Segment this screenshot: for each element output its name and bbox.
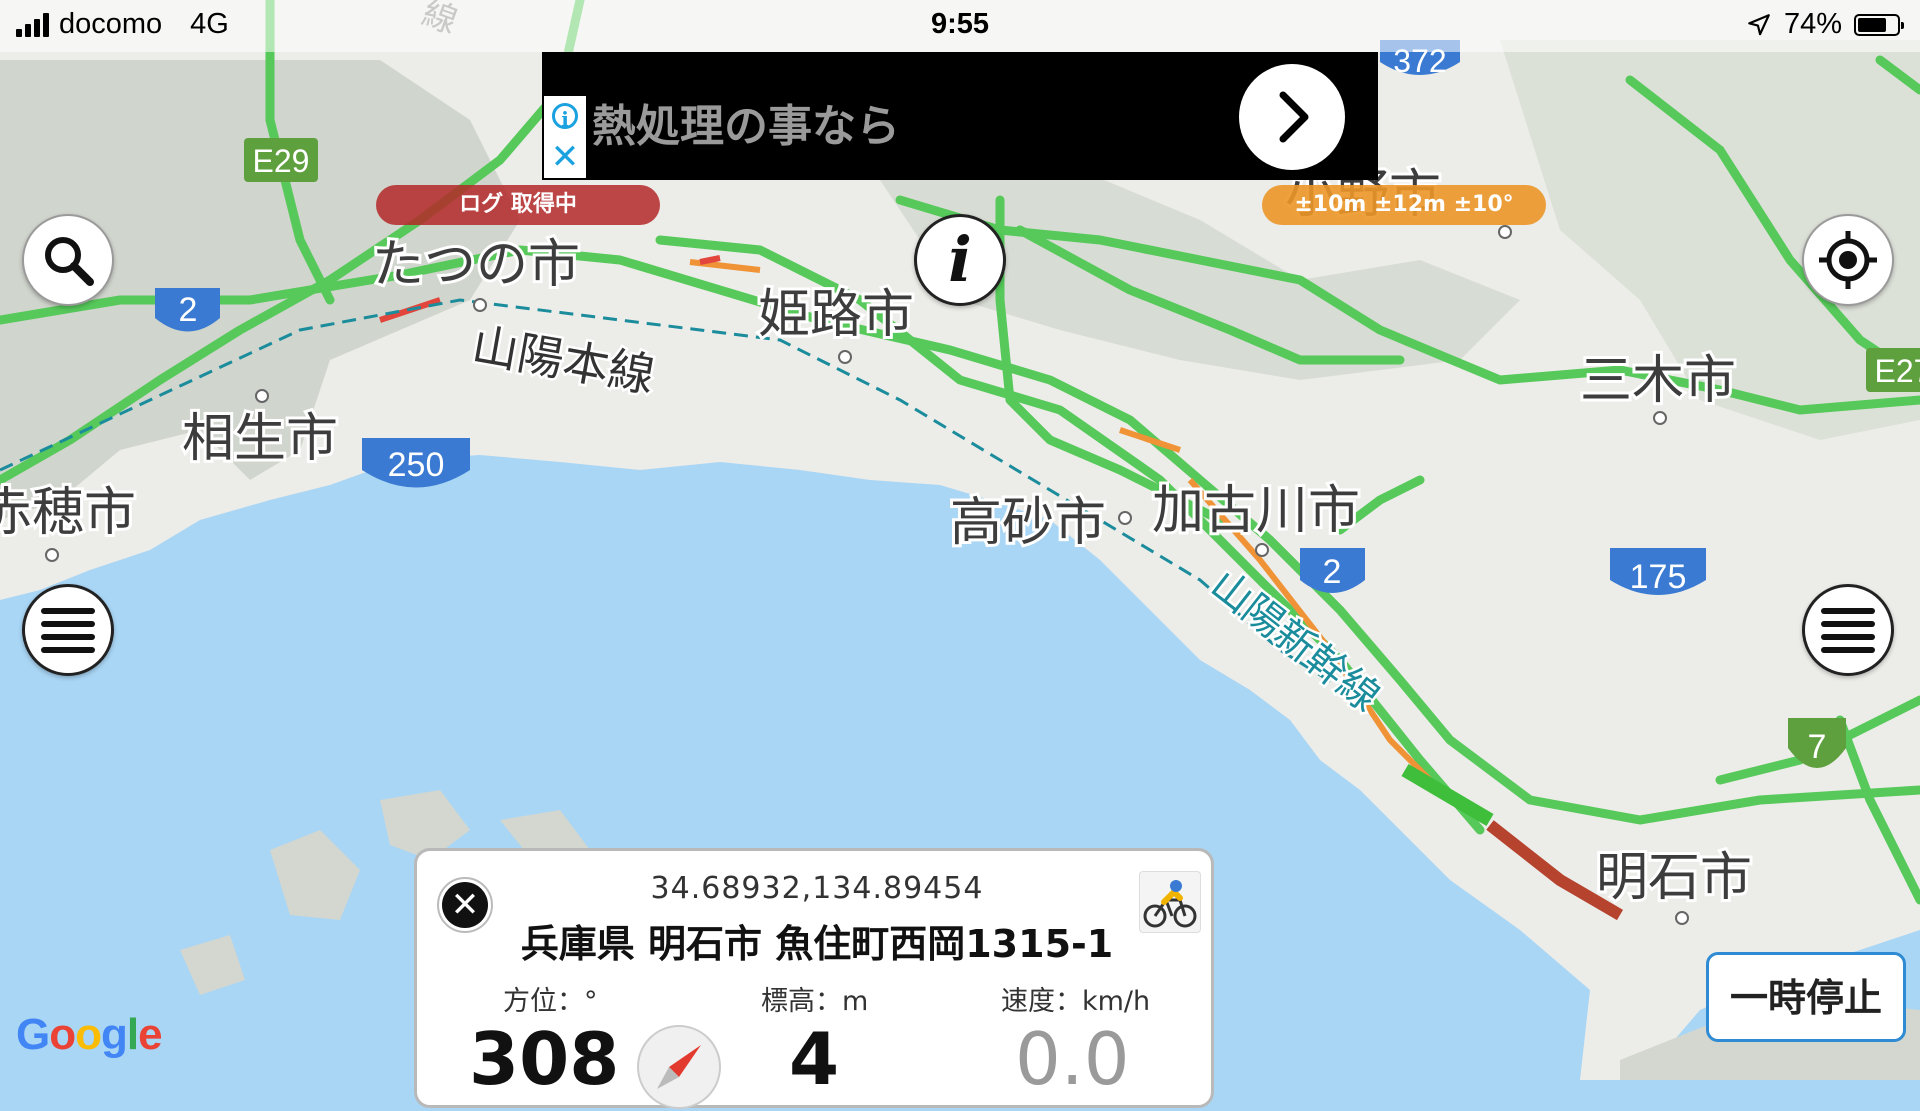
menu-icon — [41, 601, 95, 660]
compass-needle — [657, 1045, 701, 1089]
speed-label: 速度：km/h — [1001, 986, 1151, 1017]
route-shield-175-label: 175 — [1630, 558, 1687, 596]
city-label-himeji: 姫路市 — [758, 285, 914, 345]
city-label-ako: 赤穂市 — [0, 483, 136, 543]
battery-percent: 74% — [1783, 8, 1842, 40]
heading-value: 308 — [469, 1017, 620, 1101]
route-shield-2-kakogawa: 2 — [1300, 548, 1365, 593]
elevation-value: 4 — [789, 1017, 840, 1101]
menu-button-right[interactable] — [1802, 584, 1894, 676]
accuracy-badge: ±10m ±12m ±10° — [1262, 185, 1546, 225]
menu-button-left[interactable] — [22, 584, 114, 676]
route-shield-2-label: 2 — [179, 291, 198, 329]
battery-fill — [1858, 17, 1887, 32]
my-location-button[interactable] — [1802, 214, 1894, 306]
transport-mode-button[interactable] — [1139, 871, 1201, 933]
status-bar: docomo 4G 9:55 74% — [0, 0, 1920, 52]
info-icon: i — [948, 223, 972, 296]
expressway-e29: E29 — [244, 138, 318, 182]
ad-text[interactable]: 熱処理の事なら — [592, 90, 900, 154]
my-location-icon — [1819, 231, 1877, 289]
coordinates: 34.68932,134.89454 — [650, 871, 984, 906]
location-arrow-icon — [1748, 13, 1770, 35]
ad-close-icon[interactable]: ✕ — [551, 140, 580, 174]
bicycle-icon — [1143, 880, 1197, 928]
expressway-e29-label: E29 — [253, 143, 310, 179]
route-shield-7-label: 7 — [1808, 728, 1827, 766]
google-logo: Google — [16, 1010, 163, 1059]
ad-banner[interactable]: i ✕ 熱処理の事なら — [542, 52, 1378, 180]
address: 兵庫県 明石市 魚住町西岡1315-1 — [520, 922, 1114, 966]
search-button[interactable] — [22, 214, 114, 306]
heading-label: 方位：° — [503, 986, 598, 1017]
city-label-takasago: 高砂市 — [950, 493, 1106, 553]
city-label-aioi: 相生市 — [182, 409, 338, 469]
elevation-label: 標高：m — [761, 986, 869, 1017]
pause-button[interactable]: 一時停止 — [1706, 952, 1906, 1042]
status-bar-right: 74% — [1746, 8, 1904, 41]
expressway-e27-label: E27 — [1875, 353, 1920, 389]
chevron-right-icon — [1279, 91, 1309, 143]
route-shield-250-label: 250 — [388, 446, 445, 484]
location-info-panel: ✕ 34.68932,134.89454 兵庫県 明石市 魚住町西岡1315-1… — [414, 848, 1214, 1109]
city-label-akashi: 明石市 — [1596, 848, 1752, 908]
compass-icon — [637, 1025, 721, 1109]
ad-info-icon[interactable]: i — [552, 102, 578, 131]
ad-choices[interactable]: i ✕ — [544, 96, 586, 178]
menu-icon — [1821, 601, 1875, 660]
log-status-badge: ログ 取得中 — [376, 185, 660, 225]
expressway-e27: E27 — [1866, 348, 1920, 392]
battery-icon — [1854, 13, 1904, 36]
city-label-kakogawa: 加古川市 — [1152, 481, 1360, 541]
route-shield-2b-label: 2 — [1323, 553, 1342, 591]
ad-next-button[interactable] — [1239, 64, 1345, 170]
city-label-miki: 三木市 — [1580, 351, 1736, 411]
city-label-tatsuno: たつの市 — [372, 235, 580, 295]
search-icon — [45, 237, 94, 286]
status-time: 9:55 — [930, 8, 990, 40]
speed-value: 0.0 — [1015, 1017, 1130, 1101]
info-button[interactable]: i — [914, 214, 1006, 306]
